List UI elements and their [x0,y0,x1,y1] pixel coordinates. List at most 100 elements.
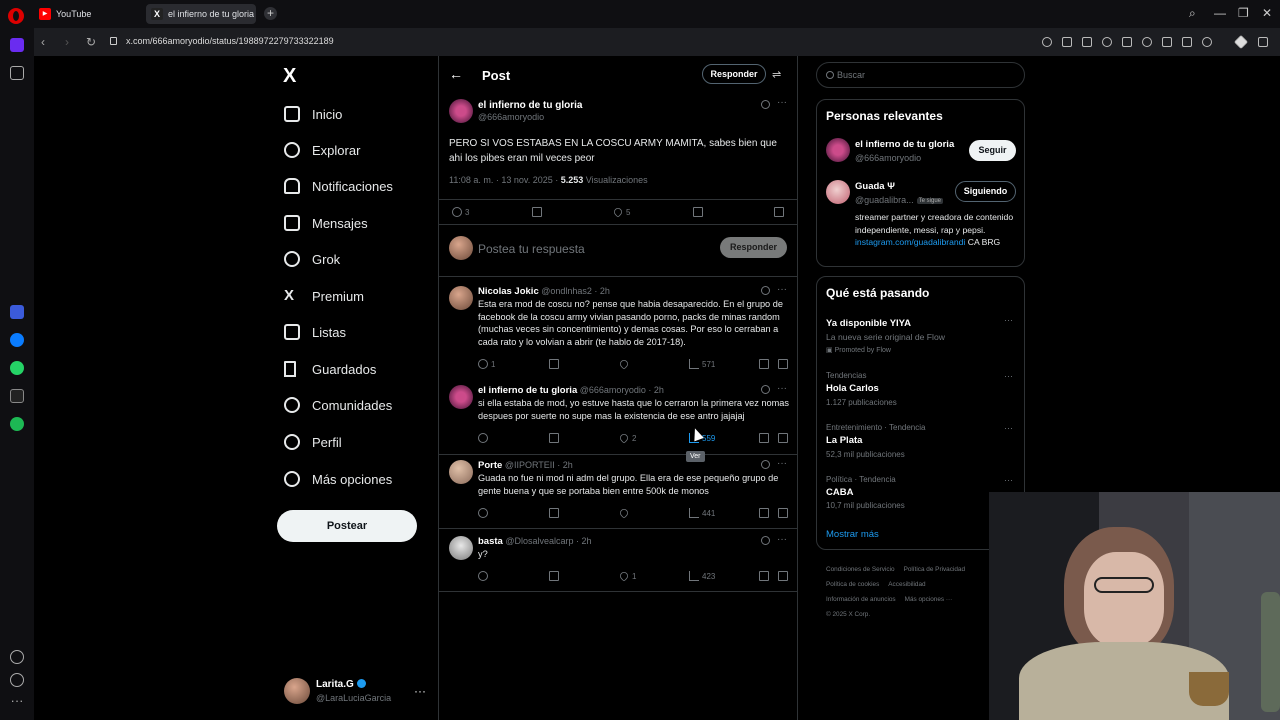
x-logo-icon[interactable]: X [283,65,296,88]
like-action[interactable] [618,507,632,519]
repost-action[interactable] [549,571,559,581]
url-field[interactable]: x.com/666amoryodio/status/19889722797333… [126,36,334,46]
avatar[interactable] [449,536,473,560]
person-name[interactable]: el infierno de tu gloria [855,139,954,150]
reply-submit-button[interactable]: Responder [720,237,787,258]
reply-action[interactable]: 1 [478,359,495,369]
following-button[interactable]: Siguiendo [955,181,1016,202]
grok-icon[interactable] [761,460,770,469]
reply-action[interactable] [478,433,491,443]
account-switcher[interactable]: Larita.G @LaraLuciaGarcia ··· [284,676,434,708]
messenger-icon[interactable] [10,333,24,347]
bookmark-action[interactable] [759,571,769,581]
nav-home[interactable]: Inicio [284,102,342,126]
more-icon[interactable]: ··· [414,684,426,698]
footer-link[interactable]: Condiciones de Servicio [826,566,895,573]
star-icon[interactable] [10,66,24,80]
history-icon[interactable] [10,673,24,687]
avatar[interactable] [449,385,473,409]
repost-action[interactable] [532,207,542,217]
reply-input[interactable]: Postea tu respuesta [478,242,585,256]
author-name[interactable]: el infierno de tu gloria [478,385,577,396]
nav-lists[interactable]: Listas [284,320,346,344]
reply-post[interactable]: el infierno de tu gloria @666amoryodio ·… [439,381,797,453]
download-icon[interactable] [1162,37,1172,47]
reply-action[interactable] [478,571,491,581]
extensions-cube-icon[interactable] [1258,37,1268,47]
avatar[interactable] [449,286,473,310]
more-icon[interactable]: ··· [777,383,787,394]
minimize-button[interactable]: — [1214,6,1226,20]
show-more-link[interactable]: Mostrar más [826,529,879,540]
author-handle[interactable]: @666amoryodio · 2h [580,385,664,395]
grok-icon[interactable] [761,286,770,295]
reply-button[interactable]: Responder [702,64,766,84]
grok-icon[interactable] [761,100,770,109]
profile-icon[interactable] [1202,37,1212,47]
nav-premium[interactable]: X Premium [284,284,364,308]
author-handle[interactable]: @Dlosalvealcarp · 2h [505,536,591,546]
bookmark-action[interactable] [759,508,769,518]
nav-grok[interactable]: Grok [284,247,340,271]
more-icon[interactable]: ··· [777,97,787,108]
author-handle[interactable]: @IIPORTEII · 2h [505,460,573,470]
reload-icon[interactable]: ↻ [86,35,96,49]
post-timestamp[interactable]: 11:08 a. m. · 13 nov. 2025 · [449,175,561,185]
author-name[interactable]: el infierno de tu gloria [478,100,582,111]
share-action[interactable] [778,433,788,443]
nav-explore[interactable]: Explorar [284,138,360,162]
more-icon[interactable]: ··· [1004,315,1013,325]
bookmark-action[interactable] [759,359,769,369]
person-handle[interactable]: @guadalibra... Te sigue [855,195,944,205]
share-action[interactable] [778,571,788,581]
home-icon[interactable] [10,38,24,52]
extension-diamond-icon[interactable] [1233,34,1249,50]
menu-icon[interactable] [1182,37,1192,47]
avatar[interactable] [826,138,850,162]
avatar[interactable] [826,180,850,204]
author-name[interactable]: Nicolas Jokic [478,286,539,297]
views-action[interactable]: 571 [689,359,715,369]
more-icon[interactable]: ··· [1004,423,1013,433]
forward-icon[interactable]: › [65,35,69,49]
camera-icon[interactable] [1082,37,1092,47]
like-action[interactable]: 5 [612,206,630,218]
repost-action[interactable] [549,359,559,369]
nav-profile[interactable]: Perfil [284,430,342,454]
like-action[interactable]: 1 [618,570,636,582]
aria-icon[interactable] [10,305,24,319]
author-handle[interactable]: @ondlnhas2 · 2h [541,286,610,296]
search-icon[interactable] [1042,37,1052,47]
more-icon[interactable]: ··· [1004,475,1013,485]
footer-link[interactable]: Más opciones ··· [905,596,953,603]
search-input[interactable]: Buscar [816,62,1025,88]
maximize-button[interactable]: ❐ [1238,6,1249,20]
share-action[interactable] [774,207,784,217]
more-icon[interactable]: ··· [777,284,787,295]
more-icon[interactable]: ··· [1004,371,1013,381]
opera-logo-icon[interactable] [8,8,24,24]
shield-icon[interactable] [1102,37,1112,47]
views-action[interactable]: 423 [689,571,715,581]
follow-button[interactable]: Seguir [969,140,1016,161]
reply-post[interactable]: Porte @IIPORTEII · 2h ··· Guada no fue n… [439,456,797,528]
like-action[interactable]: 2 [618,432,636,444]
bio-link[interactable]: instagram.com/guadalibrandi [855,237,965,247]
x-icon[interactable] [10,389,24,403]
tab-x-post[interactable]: X el infierno de tu gloria en [146,4,256,24]
back-arrow-icon[interactable]: ← [449,66,463,82]
person-name[interactable]: Guada Ψ [855,181,895,192]
tab-youtube[interactable]: ▶ YouTube [34,4,142,24]
new-tab-button[interactable]: + [264,7,277,20]
nav-communities[interactable]: Comunidades [284,393,392,417]
play-icon[interactable] [1122,37,1132,47]
edit-icon[interactable] [1062,37,1072,47]
footer-link[interactable]: Información de anuncios [826,596,896,603]
sliders-icon[interactable]: ⇌ [772,68,781,81]
nav-messages[interactable]: Mensajes [284,211,368,235]
avatar[interactable] [449,99,473,123]
reply-action[interactable] [478,508,491,518]
nav-more-options[interactable]: Más opciones [284,467,392,491]
avatar[interactable] [449,460,473,484]
post-button[interactable]: Postear [277,510,417,542]
